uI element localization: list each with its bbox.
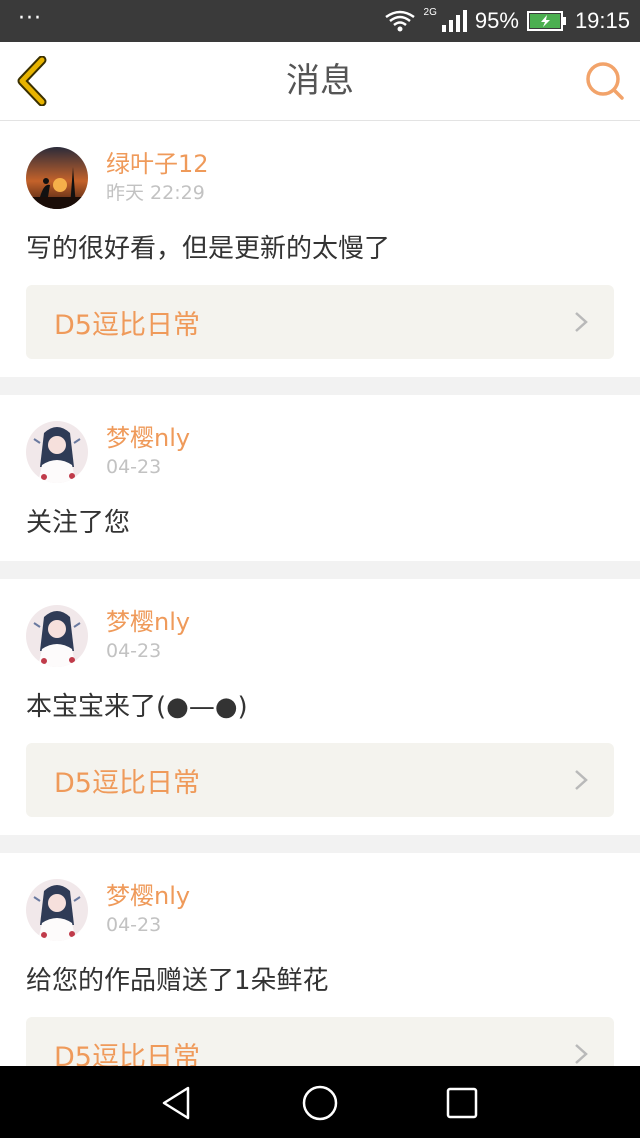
message-text: 本宝宝来了(●—●) — [26, 692, 248, 722]
avatar[interactable] — [26, 879, 88, 941]
wifi-icon — [384, 10, 415, 32]
network-type: 2G — [423, 6, 437, 18]
message-time: 昨天 22:29 — [106, 182, 205, 204]
avatar[interactable] — [26, 147, 88, 209]
work-link[interactable]: D5逗比日常 — [26, 285, 614, 359]
user-name[interactable]: 梦樱nly — [106, 607, 190, 637]
message-card: 梦樱nly 04-23 关注了您 — [0, 395, 640, 561]
battery-percent: 95% — [474, 8, 519, 33]
clock: 19:15 — [574, 8, 630, 33]
message-text: 写的很好看，但是更新的太慢了 — [26, 234, 391, 264]
message-card: 绿叶子12 昨天 22:29 写的很好看，但是更新的太慢了 D5逗比日常 — [0, 121, 640, 377]
page-title: 消息 — [286, 61, 354, 101]
message-time: 04-23 — [106, 640, 162, 662]
avatar[interactable] — [26, 605, 88, 667]
system-nav-bar — [0, 1066, 640, 1138]
app-header: 消息 — [0, 42, 640, 121]
message-card: 梦樱nly 04-23 给您的作品赠送了1朵鲜花 D5逗比日常 — [0, 853, 640, 1066]
chevron-right-icon — [575, 1044, 588, 1064]
sunset-avatar-image — [26, 147, 88, 209]
message-list[interactable]: 绿叶子12 昨天 22:29 写的很好看，但是更新的太慢了 D5逗比日常 梦樱n… — [0, 121, 640, 1066]
search-icon — [586, 62, 624, 100]
user-name[interactable]: 梦樱nly — [106, 881, 190, 911]
recents-square-icon — [446, 1087, 478, 1119]
user-name[interactable]: 绿叶子12 — [106, 149, 209, 179]
message-card: 梦樱nly 04-23 本宝宝来了(●—●) D5逗比日常 — [0, 579, 640, 835]
chevron-right-icon — [575, 312, 588, 332]
message-time: 04-23 — [106, 914, 162, 936]
anime-avatar-image — [26, 421, 88, 483]
work-title: D5逗比日常 — [54, 1041, 200, 1067]
message-text: 关注了您 — [26, 508, 131, 538]
nav-recents-button[interactable] — [443, 1084, 481, 1122]
work-link[interactable]: D5逗比日常 — [26, 743, 614, 817]
back-triangle-icon — [162, 1086, 190, 1120]
search-button[interactable] — [582, 58, 628, 104]
signal-icon — [441, 10, 467, 32]
home-circle-icon — [302, 1085, 338, 1121]
work-link[interactable]: D5逗比日常 — [26, 1017, 614, 1066]
message-time: 04-23 — [106, 456, 162, 478]
user-name[interactable]: 梦樱nly — [106, 423, 190, 453]
anime-avatar-image — [26, 879, 88, 941]
avatar[interactable] — [26, 421, 88, 483]
message-text: 给您的作品赠送了1朵鲜花 — [26, 966, 329, 996]
work-title: D5逗比日常 — [54, 309, 200, 341]
chevron-right-icon — [575, 770, 588, 790]
status-bar: ··· 2G 95% 19:15 — [0, 0, 640, 42]
battery-charging-icon — [526, 11, 566, 31]
anime-avatar-image — [26, 605, 88, 667]
status-icons: 2G 95% 19:15 — [384, 0, 630, 42]
work-title: D5逗比日常 — [54, 767, 200, 799]
nav-home-button[interactable] — [301, 1084, 339, 1122]
nav-back-button[interactable] — [158, 1084, 196, 1122]
notification-dots: ··· — [18, 6, 42, 31]
